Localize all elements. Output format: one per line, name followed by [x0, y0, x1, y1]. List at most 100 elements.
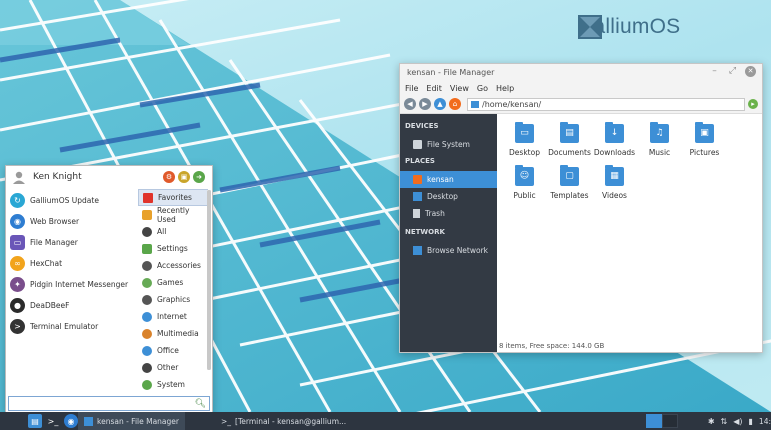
settings-category-icon [142, 243, 152, 254]
folder-item-music[interactable]: ♫ Music [637, 122, 682, 157]
sidebar-item-browse-network[interactable]: Browse Network [400, 242, 497, 259]
up-icon[interactable]: ▲ [434, 98, 446, 110]
category-settings[interactable]: Settings [138, 240, 208, 257]
network-status-icon[interactable]: ⇅ [721, 417, 728, 426]
back-icon[interactable]: ◀ [404, 98, 416, 110]
monitor-icon: ▭ [515, 122, 534, 143]
sidebar-item-label: Browse Network [427, 246, 489, 255]
workspace-1[interactable] [645, 414, 662, 428]
file-view[interactable]: ▭ Desktop ▤ Documents ↓ Downloads ♫ Musi… [497, 114, 762, 352]
app-pidgin[interactable]: ✦ Pidgin Internet Messenger [6, 274, 136, 295]
app-web-browser[interactable]: ◉ Web Browser [6, 211, 136, 232]
menu-search-input[interactable]: 🔍︎ [8, 396, 210, 411]
document-icon: ▤ [560, 122, 579, 143]
lock-icon[interactable]: ▣ [178, 171, 190, 183]
graphics-icon [142, 294, 152, 305]
folder-item-documents[interactable]: ▤ Documents [547, 122, 592, 157]
sidebar: DEVICES File System PLACES kensan Deskto… [400, 114, 497, 352]
folder-label: Templates [550, 191, 589, 200]
folder-label: Downloads [593, 148, 636, 157]
sidebar-item-trash[interactable]: Trash [400, 205, 497, 222]
category-label: Games [157, 278, 184, 287]
app-galliumos-update[interactable]: ↻ GalliumOS Update [6, 190, 136, 211]
category-recently-used[interactable]: Recently Used [138, 206, 208, 224]
desktop-folder-icon [413, 192, 422, 201]
terminal-launcher-icon[interactable]: >_ [46, 414, 60, 428]
logout-icon[interactable]: ➜ [193, 171, 205, 183]
bluetooth-icon[interactable]: ✱ [708, 417, 715, 426]
menu-edit[interactable]: Edit [426, 84, 442, 93]
menu-go[interactable]: Go [477, 84, 488, 93]
folder-grid: ▭ Desktop ▤ Documents ↓ Downloads ♫ Musi… [502, 122, 727, 200]
folder-item-pictures[interactable]: ▣ Pictures [682, 122, 727, 157]
workspace-2[interactable] [661, 414, 678, 428]
forward-icon[interactable]: ▶ [419, 98, 431, 110]
folder-label: Pictures [689, 148, 720, 157]
location-bar[interactable]: /home/kensan/ [467, 97, 745, 111]
settings-icon[interactable]: ⚙ [163, 171, 175, 183]
category-other[interactable]: Other [138, 359, 208, 376]
category-scrollbar[interactable] [207, 190, 211, 370]
scrollbar-thumb[interactable] [207, 190, 211, 370]
menubar: File Edit View Go Help [400, 81, 762, 95]
search-icon: 🔍︎ [194, 398, 206, 409]
sidebar-item-file-system[interactable]: File System [400, 136, 497, 153]
app-menu-icon[interactable]: ▤ [28, 414, 42, 428]
menu-view[interactable]: View [450, 84, 469, 93]
folder-item-videos[interactable]: ▦ Videos [592, 165, 637, 200]
download-icon: ↓ [605, 122, 624, 143]
task-file-manager[interactable]: kensan - File Manager [78, 412, 185, 430]
task-label: [Terminal - kensan@gallium... [235, 416, 347, 426]
category-system[interactable]: System [138, 376, 208, 393]
games-icon [142, 277, 152, 288]
browser-launcher-icon[interactable]: ◉ [64, 414, 78, 428]
template-icon: ▢ [560, 165, 579, 186]
user-name: Ken Knight [33, 172, 82, 182]
network-icon [413, 246, 422, 255]
battery-icon[interactable]: ▮ [749, 417, 753, 426]
minimize-icon[interactable]: – [709, 66, 720, 77]
category-favorites[interactable]: Favorites [138, 189, 208, 206]
category-office[interactable]: Office [138, 342, 208, 359]
app-deadbeef[interactable]: ● DeaDBeeF [6, 295, 136, 316]
location-input[interactable]: /home/kensan/ [482, 100, 741, 109]
maximize-icon[interactable]: ⤢ [727, 66, 738, 77]
menu-file[interactable]: File [405, 84, 418, 93]
app-terminal-emulator[interactable]: > Terminal Emulator [6, 316, 136, 337]
clock[interactable]: 14: [759, 417, 771, 426]
sidebar-item-desktop[interactable]: Desktop [400, 188, 497, 205]
go-icon[interactable]: ▸ [748, 99, 758, 109]
category-multimedia[interactable]: Multimedia [138, 325, 208, 342]
category-accessories[interactable]: Accessories [138, 257, 208, 274]
sidebar-item-label: Desktop [427, 192, 458, 201]
category-label: Multimedia [157, 329, 199, 338]
folder-item-templates[interactable]: ▢ Templates [547, 165, 592, 200]
category-games[interactable]: Games [138, 274, 208, 291]
window-titlebar[interactable]: kensan - File Manager – ⤢ ✕ [400, 64, 762, 81]
folder-item-public[interactable]: ☺ Public [502, 165, 547, 200]
home-icon[interactable]: ⌂ [449, 98, 461, 110]
app-file-manager[interactable]: ▭ File Manager [6, 232, 136, 253]
file-manager-window[interactable]: kensan - File Manager – ⤢ ✕ File Edit Vi… [399, 63, 763, 353]
menu-help[interactable]: Help [496, 84, 514, 93]
multimedia-icon [142, 328, 152, 339]
folder-item-desktop[interactable]: ▭ Desktop [502, 122, 547, 157]
category-list: Favorites Recently Used All Settings Acc… [138, 189, 208, 393]
task-terminal[interactable]: >_ [Terminal - kensan@gallium... [215, 412, 352, 430]
sidebar-item-label: Trash [425, 209, 445, 218]
toolbar: ◀ ▶ ▲ ⌂ /home/kensan/ ▸ [400, 95, 762, 114]
sidebar-item-kensan[interactable]: kensan [400, 171, 497, 188]
folder-label: Music [648, 148, 671, 157]
close-icon[interactable]: ✕ [745, 66, 756, 77]
category-all[interactable]: All [138, 223, 208, 240]
volume-icon[interactable]: ◀) [733, 417, 742, 426]
folder-item-downloads[interactable]: ↓ Downloads [592, 122, 637, 157]
category-label: Office [157, 346, 179, 355]
folder-label: Desktop [509, 148, 540, 157]
hexchat-icon: ∞ [10, 256, 25, 271]
category-internet[interactable]: Internet [138, 308, 208, 325]
app-hexchat[interactable]: ∞ HexChat [6, 253, 136, 274]
category-label: Accessories [157, 261, 201, 270]
category-graphics[interactable]: Graphics [138, 291, 208, 308]
folder-icon [471, 100, 479, 108]
